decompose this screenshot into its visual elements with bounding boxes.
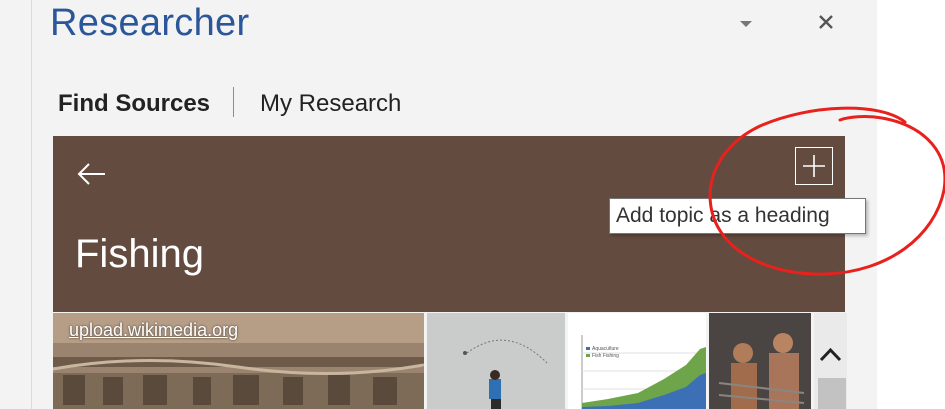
scrollbar-thumb[interactable] (818, 378, 846, 409)
chart-legend-aquaculture: Aquaculture (592, 346, 619, 352)
close-icon[interactable] (812, 10, 840, 34)
tab-my-research[interactable]: My Research (260, 86, 401, 122)
tab-divider (233, 87, 234, 117)
topic-title: Fishing (75, 232, 204, 276)
chart-legend-fish-fishing: Fish Fishing (592, 353, 619, 359)
tab-find-sources[interactable]: Find Sources (58, 86, 210, 122)
left-gutter (0, 0, 31, 409)
result-image-fishermen-net[interactable] (709, 313, 811, 409)
back-arrow-icon[interactable] (73, 156, 109, 192)
result-image-fisherman[interactable] (427, 313, 565, 409)
add-topic-heading-button[interactable] (795, 147, 833, 185)
image-source-link[interactable]: upload.wikimedia.org (69, 318, 238, 342)
plus-icon (803, 155, 825, 177)
result-image-production-chart[interactable]: Aquaculture Fish Fishing (568, 313, 706, 409)
scroll-up-chevron-icon[interactable] (814, 336, 847, 372)
pane-options-chevron-down-icon[interactable] (736, 14, 756, 34)
document-page-edge (876, 0, 945, 409)
pane-title: Researcher (50, 2, 250, 44)
tooltip: Add topic as a heading (609, 198, 866, 234)
